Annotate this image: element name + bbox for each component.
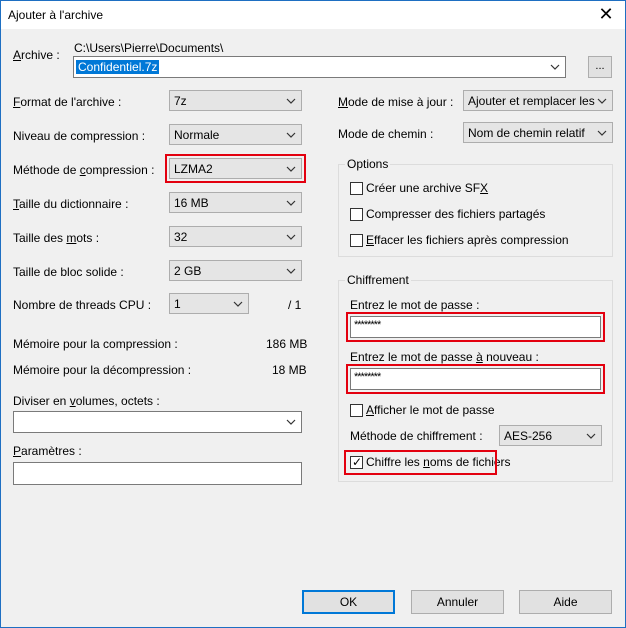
window-title: Ajouter à l'archive [8, 8, 104, 22]
word-label: Taille des mots : [13, 231, 100, 245]
level-label: Niveau de compression : [13, 129, 146, 143]
word-select[interactable]: 32 [169, 226, 302, 247]
level-select[interactable]: Normale [169, 124, 302, 145]
chevron-down-icon [286, 268, 296, 274]
password-confirm-label: Entrez le mot de passe à nouveau : [350, 350, 539, 364]
threads-select[interactable]: 1 [169, 293, 249, 314]
mem-decomp-value: 18 MB [272, 363, 307, 377]
chevron-down-icon [286, 98, 296, 104]
update-label: Mode de mise à jour : [338, 95, 454, 109]
delete-label: Effacer les fichiers après compression [366, 233, 569, 247]
archive-path: C:\Users\Pierre\Documents\ [74, 41, 224, 55]
options-title: Options [345, 157, 391, 171]
password-highlight [346, 312, 605, 342]
block-select[interactable]: 2 GB [169, 260, 302, 281]
encrypt-names-highlight [344, 450, 497, 475]
add-to-archive-dialog: Ajouter à l'archive ✕ Archive : C:\Users… [0, 0, 626, 628]
show-password-checkbox[interactable] [350, 404, 363, 417]
update-select[interactable]: Ajouter et remplacer les fich [463, 90, 613, 111]
encryption-title: Chiffrement [345, 273, 411, 287]
cancel-button[interactable]: Annuler [411, 590, 504, 614]
threads-label: Nombre de threads CPU : [13, 298, 152, 312]
params-label: Paramètres : [13, 444, 82, 458]
help-button[interactable]: Aide [519, 590, 612, 614]
block-label: Taille de bloc solide : [13, 265, 124, 279]
encryption-method-label: Méthode de chiffrement : [350, 429, 483, 443]
path-mode-select[interactable]: Nom de chemin relatif [463, 122, 613, 143]
chevron-down-icon [586, 433, 596, 439]
dict-select[interactable]: 16 MB [169, 192, 302, 213]
split-label: Diviser en volumes, octets : [13, 394, 160, 408]
title-bar: Ajouter à l'archive ✕ [1, 1, 625, 29]
chevron-down-icon [286, 419, 296, 425]
mem-comp-label: Mémoire pour la compression : [13, 337, 178, 351]
format-label: Format de l'archive : [13, 95, 122, 109]
path-mode-label: Mode de chemin : [338, 127, 434, 141]
sfx-label: Créer une archive SFX [366, 181, 489, 195]
ok-button[interactable]: OK [302, 590, 395, 614]
mem-comp-value: 186 MB [266, 337, 308, 351]
browse-button[interactable]: ... [588, 56, 612, 78]
params-input[interactable] [13, 462, 302, 485]
chevron-down-icon [286, 234, 296, 240]
sfx-checkbox[interactable] [350, 182, 363, 195]
archive-label: Archive : [13, 48, 60, 62]
close-icon[interactable]: ✕ [597, 5, 615, 23]
dict-label: Taille du dictionnaire : [13, 197, 129, 211]
threads-total: / 1 [288, 298, 302, 312]
format-select[interactable]: 7z [169, 90, 302, 111]
archive-name-value: Confidentiel.7z [76, 60, 160, 74]
password-label: Entrez le mot de passe : [350, 298, 480, 312]
show-password-label: Afficher le mot de passe [366, 403, 495, 417]
chevron-down-icon [597, 98, 607, 104]
password-confirm-highlight [346, 364, 605, 394]
split-combo[interactable] [13, 411, 302, 433]
chevron-down-icon [550, 64, 560, 70]
method-highlight [165, 154, 306, 183]
method-label: Méthode de compression : [13, 163, 155, 177]
chevron-down-icon [233, 301, 243, 307]
archive-name-combo[interactable]: Confidentiel.7z [73, 56, 566, 78]
encryption-method-select[interactable]: AES-256 [499, 425, 602, 446]
chevron-down-icon [286, 132, 296, 138]
chevron-down-icon [597, 130, 607, 136]
mem-decomp-label: Mémoire pour la décompression : [13, 363, 192, 377]
delete-checkbox[interactable] [350, 234, 363, 247]
shared-label: Compresser des fichiers partagés [366, 207, 546, 221]
chevron-down-icon [286, 200, 296, 206]
shared-checkbox[interactable] [350, 208, 363, 221]
